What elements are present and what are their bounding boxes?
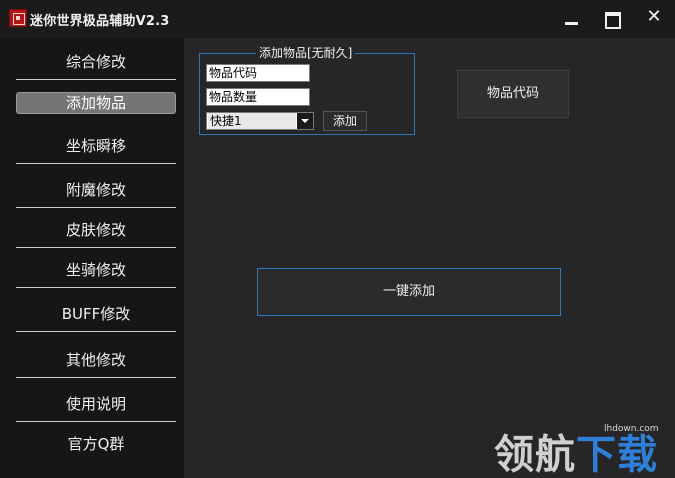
item-count-input[interactable]: 物品数量: [206, 88, 310, 106]
chevron-down-icon[interactable]: [297, 113, 313, 129]
add-button[interactable]: 添加: [323, 111, 367, 131]
close-icon[interactable]: ✕: [643, 6, 665, 28]
slot-select-value: 快捷1: [208, 113, 296, 129]
one-click-add-button[interactable]: 一键添加: [257, 268, 561, 316]
sidebar-item-teleport[interactable]: 坐标瞬移: [16, 128, 176, 164]
item-code-input[interactable]: 物品代码: [206, 64, 310, 82]
watermark-logo-part1: 领航: [494, 432, 576, 478]
sidebar-item-enchant[interactable]: 附魔修改: [16, 172, 176, 208]
minimize-icon[interactable]: [561, 8, 583, 30]
title-bar[interactable]: 迷你世界极品辅助V2.3 ✕: [0, 0, 675, 38]
sidebar-item-add-items[interactable]: 添加物品: [16, 92, 176, 114]
sidebar-item-general[interactable]: 综合修改: [16, 44, 176, 80]
sidebar-item-qq-group[interactable]: 官方Q群: [16, 426, 176, 462]
sidebar-item-skin[interactable]: 皮肤修改: [16, 212, 176, 248]
sidebar-item-buff[interactable]: BUFF修改: [16, 296, 176, 332]
add-item-groupbox: 添加物品[无耐久] 物品代码 物品数量 快捷1 添加: [199, 45, 415, 135]
watermark-logo-part2: 下载: [576, 432, 658, 478]
app-window: 迷你世界极品辅助V2.3 ✕ 综合修改 添加物品 坐标瞬移 附魔修改 皮肤修改 …: [0, 0, 675, 478]
groupbox-title: 添加物品[无耐久]: [256, 45, 356, 61]
sidebar-item-mount[interactable]: 坐骑修改: [16, 252, 176, 288]
maximize-icon[interactable]: [601, 8, 623, 30]
sidebar-item-help[interactable]: 使用说明: [16, 386, 176, 422]
sidebar-item-other[interactable]: 其他修改: [16, 342, 176, 378]
item-code-button[interactable]: 物品代码: [457, 70, 569, 118]
app-logo-icon: [9, 9, 27, 27]
sidebar-nav: 综合修改 添加物品 坐标瞬移 附魔修改 皮肤修改 坐骑修改 BUFF修改 其他修…: [0, 38, 184, 478]
watermark-logo: 领航下载: [494, 433, 658, 477]
window-title: 迷你世界极品辅助V2.3: [30, 14, 170, 29]
main-panel: 添加物品[无耐久] 物品代码 物品数量 快捷1 添加 物品代码 一键添加: [184, 38, 675, 478]
slot-select[interactable]: 快捷1: [206, 112, 314, 130]
